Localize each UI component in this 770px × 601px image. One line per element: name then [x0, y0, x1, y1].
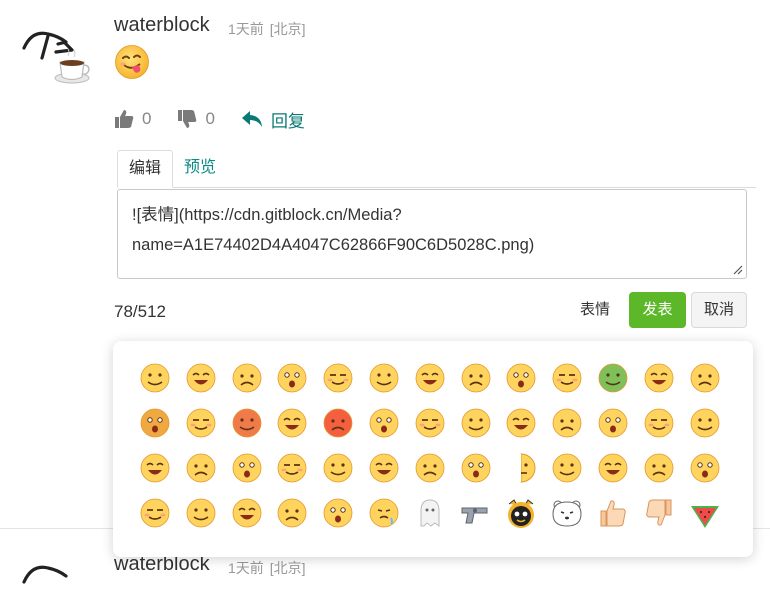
- chili-emoji-icon[interactable]: [321, 496, 355, 530]
- big-grin-emoji-icon[interactable]: [275, 496, 309, 530]
- comment-meta: 1天前 [北京]: [228, 19, 312, 39]
- rub-chin-emoji-icon[interactable]: [504, 361, 538, 395]
- tab-preview[interactable]: 预览: [173, 150, 227, 188]
- cry-loud-emoji-icon[interactable]: [184, 496, 218, 530]
- tongue-out-smiley-icon: [114, 44, 150, 80]
- hide-emoji-icon[interactable]: [459, 451, 493, 485]
- thumbs-up-icon: [115, 110, 134, 128]
- comment-username[interactable]: waterblock: [114, 14, 210, 37]
- char-counter: 78/512: [114, 302, 166, 321]
- facepalm-emoji-icon[interactable]: [413, 406, 447, 440]
- comment-location: [北京]: [269, 21, 306, 37]
- resize-handle-icon[interactable]: [733, 265, 743, 275]
- pout-emoji-icon[interactable]: [138, 451, 172, 485]
- thumbs-down-emoji-icon[interactable]: [642, 496, 676, 530]
- flame-mask-emoji-icon[interactable]: [230, 406, 264, 440]
- blush-smile-emoji-icon[interactable]: [367, 406, 401, 440]
- comment-time: 1天前: [228, 21, 264, 37]
- tongue-wink-emoji-icon[interactable]: [184, 406, 218, 440]
- comment-actions: 0 0 回复: [114, 104, 331, 134]
- half-face-emoji-icon[interactable]: [504, 451, 538, 485]
- emoji-button[interactable]: 表情: [572, 292, 618, 328]
- cool-shades-emoji-icon[interactable]: [504, 406, 538, 440]
- cheer-emoji-icon[interactable]: [138, 496, 172, 530]
- puzzled-emoji-icon[interactable]: [596, 451, 630, 485]
- ghost-emoji-icon[interactable]: [413, 496, 447, 530]
- cabbage-dog-emoji-icon[interactable]: [596, 361, 630, 395]
- watermelon-emoji-icon[interactable]: [688, 496, 722, 530]
- happy-blush-emoji-icon[interactable]: [230, 496, 264, 530]
- user-avatar[interactable]: [18, 556, 96, 596]
- next-comment-time: 1天前: [228, 560, 264, 576]
- revolver-emoji-icon[interactable]: [459, 496, 493, 530]
- heartache-emoji-icon[interactable]: [367, 496, 401, 530]
- polar-bear-emoji-icon[interactable]: [550, 496, 584, 530]
- question-emoji-icon[interactable]: [596, 406, 630, 440]
- tab-edit[interactable]: 编辑: [117, 150, 174, 188]
- next-comment-meta: 1天前 [北京]: [228, 558, 312, 578]
- reply-arrow-icon: [241, 111, 262, 127]
- angry-red-emoji-icon[interactable]: [321, 406, 355, 440]
- like-count: 0: [142, 109, 152, 128]
- sparkle-eyes-emoji-icon[interactable]: [413, 361, 447, 395]
- cry-laugh-emoji-icon[interactable]: [321, 361, 355, 395]
- sad-emoji-icon[interactable]: [688, 406, 722, 440]
- thumbs-down-icon: [178, 110, 197, 128]
- awkward-emoji-icon[interactable]: [184, 361, 218, 395]
- dislike-button[interactable]: 0: [177, 109, 215, 129]
- emoji-picker-panel: [113, 341, 753, 557]
- editor-tabs: 编辑 预览: [117, 150, 227, 188]
- laughing-covering-emoji-icon[interactable]: [367, 451, 401, 485]
- teary-eyes-emoji-icon[interactable]: [275, 406, 309, 440]
- shiba-emoji-icon[interactable]: [138, 406, 172, 440]
- frown-emoji-icon[interactable]: [275, 361, 309, 395]
- tongue-angry-emoji-icon[interactable]: [367, 361, 401, 395]
- tongue-chew-emoji-icon[interactable]: [688, 451, 722, 485]
- computer-emoji-icon[interactable]: [413, 451, 447, 485]
- peek-emoji-icon[interactable]: [275, 451, 309, 485]
- like-button[interactable]: 0: [114, 109, 151, 129]
- emoji-grid: [138, 361, 733, 541]
- thinking-sweat-emoji-icon[interactable]: [459, 406, 493, 440]
- crying-river-emoji-icon[interactable]: [550, 406, 584, 440]
- reply-button[interactable]: 回复: [241, 107, 305, 132]
- comment-text[interactable]: ![表情](https://cdn.gitblock.cn/Media? nam…: [118, 190, 746, 270]
- doge-emoji-icon[interactable]: [459, 361, 493, 395]
- cancel-button[interactable]: 取消: [691, 292, 747, 328]
- open-mouth-emoji-icon[interactable]: [550, 451, 584, 485]
- thumbs-up-emoji-icon[interactable]: [596, 496, 630, 530]
- comment-textarea[interactable]: ![表情](https://cdn.gitblock.cn/Media? nam…: [117, 189, 747, 279]
- sunglasses-blood-emoji-icon[interactable]: [642, 361, 676, 395]
- shocked-emoji-icon[interactable]: [642, 406, 676, 440]
- smirk-emoji-icon[interactable]: [184, 451, 218, 485]
- reply-label: 回复: [270, 111, 305, 131]
- laugh-tears-emoji-icon[interactable]: [688, 361, 722, 395]
- post-button[interactable]: 发表: [629, 292, 686, 328]
- hand-mouth-emoji-icon[interactable]: [230, 451, 264, 485]
- user-avatar[interactable]: [18, 22, 96, 88]
- bruised-emoji-icon[interactable]: [642, 451, 676, 485]
- next-comment-location: [北京]: [269, 560, 306, 576]
- smile-emoji-icon[interactable]: [138, 361, 172, 395]
- glasses-grin-emoji-icon[interactable]: [230, 361, 264, 395]
- grinning-hands-emoji-icon[interactable]: [321, 451, 355, 485]
- vomit-emoji-icon[interactable]: [550, 361, 584, 395]
- dislike-count: 0: [205, 109, 215, 128]
- bear-cat-emoji-icon[interactable]: [504, 496, 538, 530]
